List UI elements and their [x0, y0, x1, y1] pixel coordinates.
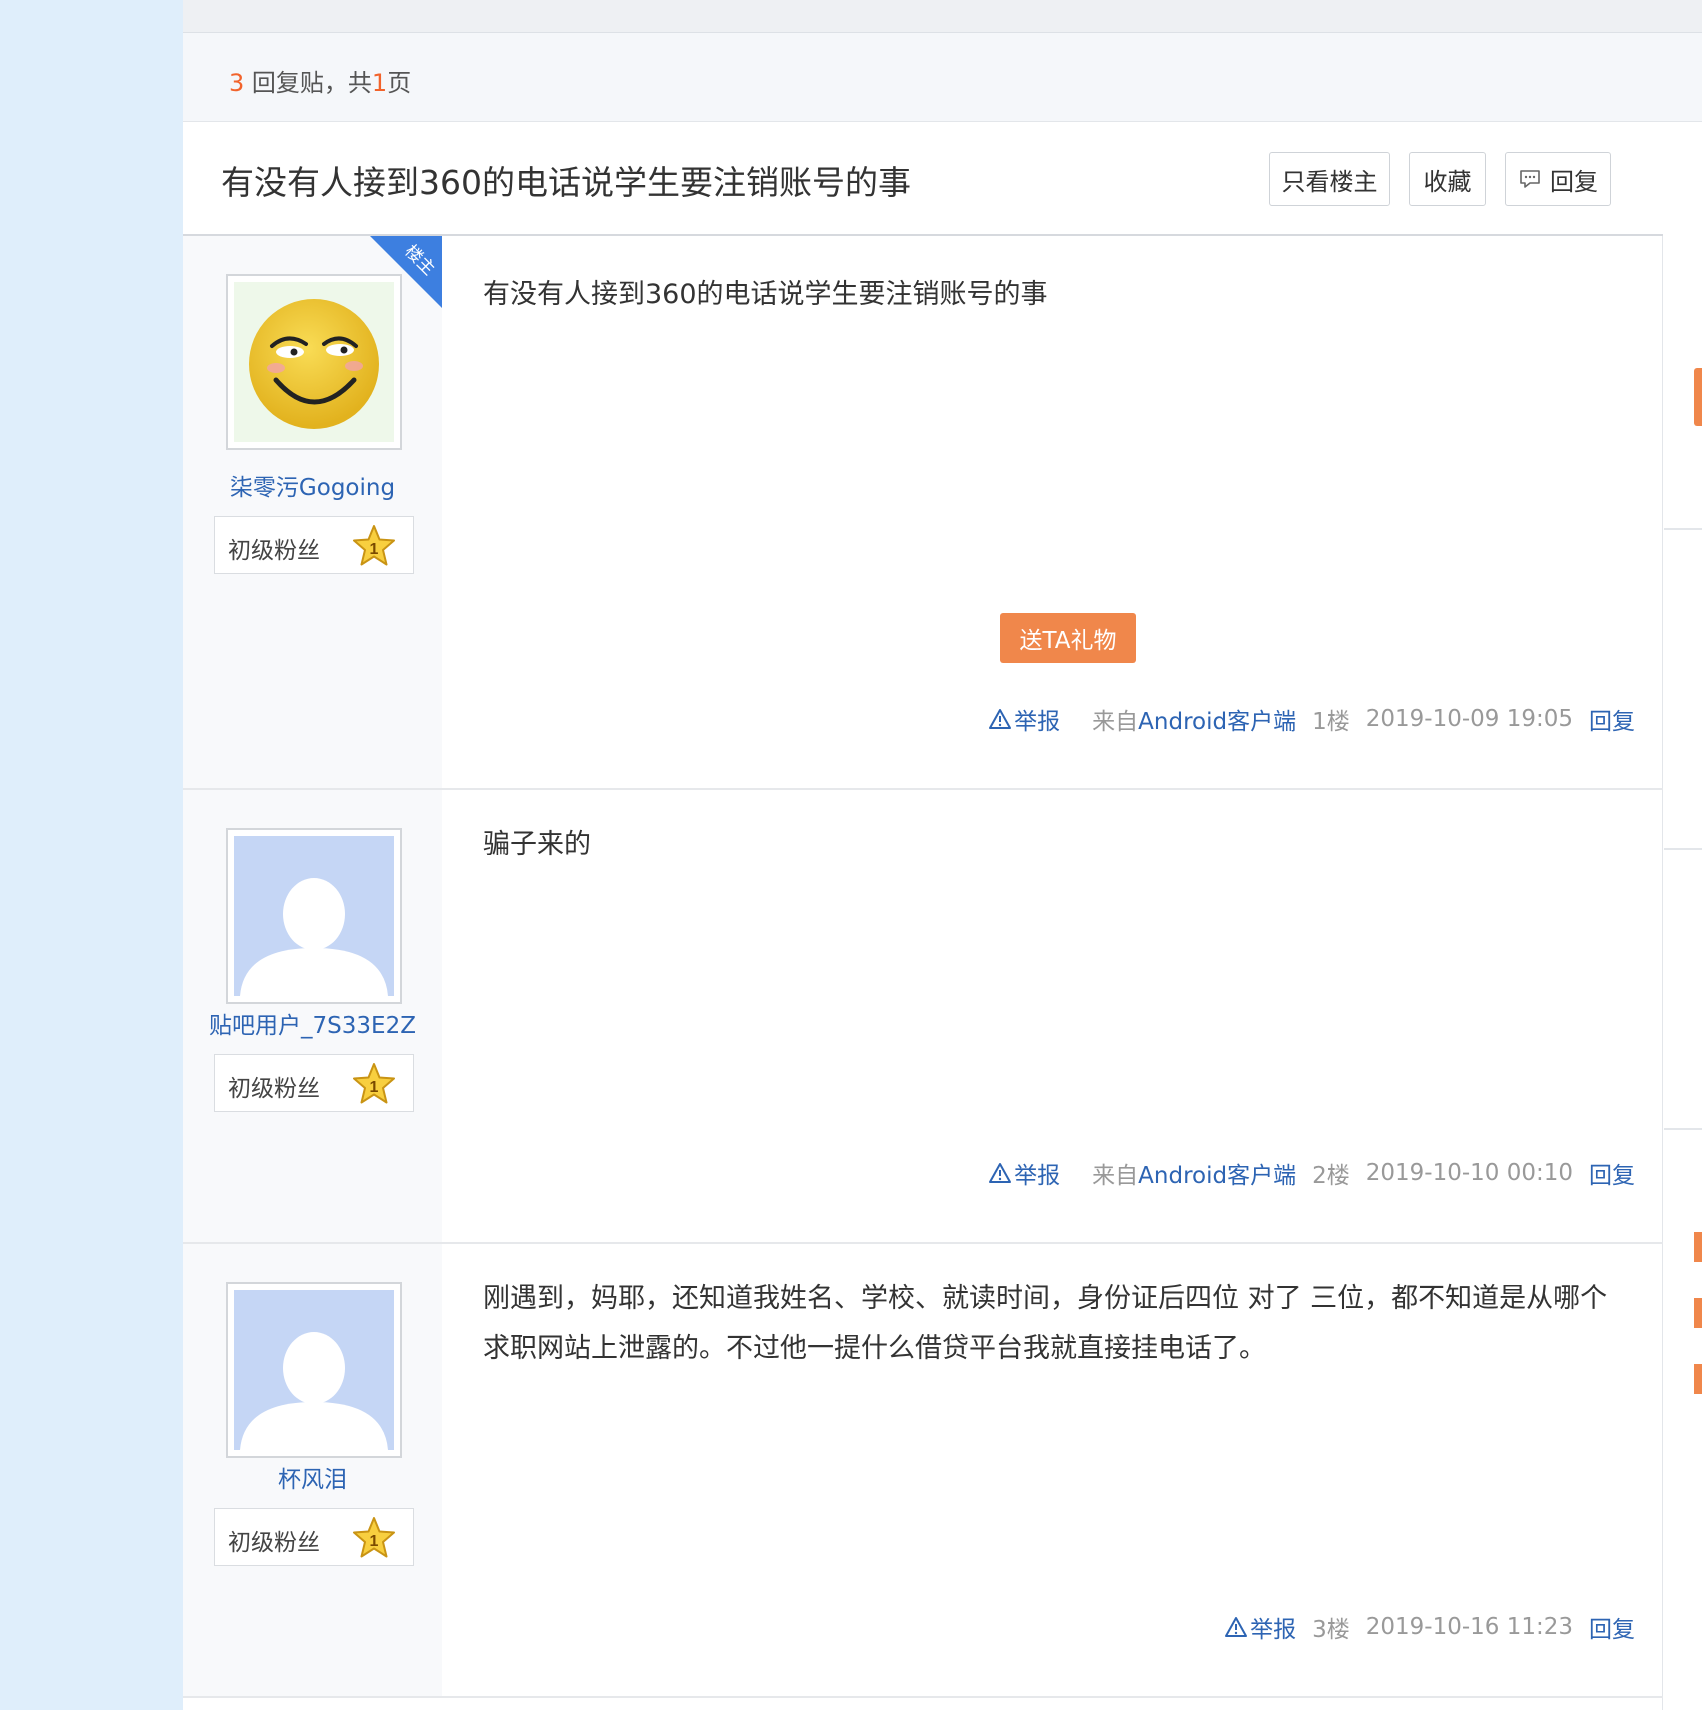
- report-link[interactable]: 举报: [988, 1156, 1060, 1190]
- avatar[interactable]: [226, 828, 402, 1004]
- thread-title-bar: 有没有人接到360的电话说学生要注销账号的事 只看楼主 收藏 回复: [183, 122, 1663, 236]
- star-level-icon: 1: [353, 525, 395, 566]
- post-content: 骗子来的: [483, 829, 591, 860]
- author-panel: 贴吧用户_7S33E2Z 初级粉丝 1: [183, 790, 442, 1242]
- floor-number: 3楼: [1312, 1617, 1350, 1643]
- warning-icon: [989, 1163, 1012, 1183]
- report-link[interactable]: 举报: [988, 702, 1060, 736]
- reply-link[interactable]: 回复: [1589, 1610, 1635, 1644]
- reply-link[interactable]: 回复: [1589, 1156, 1635, 1190]
- warning-icon: [1225, 1617, 1248, 1637]
- author-panel: 柒零污Gogoing 初级粉丝 1: [183, 236, 442, 788]
- star-level-icon: 1: [353, 1517, 395, 1558]
- report-label: 举报: [1250, 1617, 1297, 1643]
- author-panel: 杯风泪 初级粉丝 1: [183, 1244, 442, 1696]
- reply-count-label: 回复贴，共: [244, 69, 372, 97]
- send-gift-button[interactable]: 送TA礼物: [1000, 613, 1136, 663]
- post-time: 2019-10-16 11:23: [1365, 1614, 1573, 1640]
- sidebar-divider: [1664, 1128, 1702, 1130]
- avatar[interactable]: [226, 1282, 402, 1458]
- sidebar-rank-marker: [1694, 1364, 1702, 1394]
- reply-count-summary: 3 回复贴，共1页: [229, 63, 411, 98]
- warning-icon: [989, 709, 1012, 729]
- fan-level-badge[interactable]: 初级粉丝 1: [214, 1508, 414, 1566]
- source-client-link[interactable]: Android客户端: [1138, 709, 1296, 735]
- post-floor-2: 贴吧用户_7S33E2Z 初级粉丝 1 骗子来的 举报 来自Android客户端…: [183, 790, 1663, 1244]
- reply-count: 3: [229, 69, 245, 97]
- post-time: 2019-10-09 19:05: [1365, 706, 1573, 732]
- post-source: 来自Android客户端: [1076, 1156, 1296, 1190]
- default-avatar-image: [240, 1332, 388, 1450]
- pager-bar: 3 回复贴，共1页: [183, 33, 1702, 122]
- host-ribbon: 楼主: [370, 236, 442, 308]
- fan-level-number: 1: [370, 1079, 379, 1096]
- comment-icon: [1520, 170, 1540, 188]
- post-tail: 举报 3楼 2019-10-16 11:23 回复: [1208, 1610, 1635, 1644]
- source-client-link[interactable]: Android客户端: [1138, 1163, 1296, 1189]
- default-avatar-image: [240, 878, 388, 996]
- only-host-button[interactable]: 只看楼主: [1269, 152, 1390, 206]
- report-label: 举报: [1014, 709, 1061, 735]
- post-content: 刚遇到，妈耶，还知道我姓名、学校、就读时间，身份证后四位 对了 三位，都不知道是…: [483, 1283, 1608, 1364]
- report-link[interactable]: 举报: [1224, 1610, 1296, 1644]
- post-list-column: 有没有人接到360的电话说学生要注销账号的事 只看楼主 收藏 回复 柒零污Gog…: [183, 122, 1663, 1710]
- top-nav-strip: [183, 0, 1702, 33]
- post-source: 来自Android客户端: [1076, 702, 1296, 736]
- post-tail: 举报 来自Android客户端 2楼 2019-10-10 00:10 回复: [972, 1156, 1635, 1190]
- right-sidebar-edge: [1664, 122, 1702, 1710]
- fan-level-badge[interactable]: 初级粉丝 1: [214, 516, 414, 574]
- fan-level-number: 1: [370, 1533, 379, 1550]
- floor-number: 2楼: [1312, 1163, 1350, 1189]
- page-count-label: 页: [387, 69, 412, 97]
- favorite-button[interactable]: 收藏: [1409, 152, 1486, 206]
- fan-level-badge[interactable]: 初级粉丝 1: [214, 1054, 414, 1112]
- fan-level-label: 初级粉丝: [228, 1076, 320, 1102]
- author-name[interactable]: 杯风泪: [183, 1460, 442, 1494]
- page-count: 1: [371, 69, 388, 97]
- author-name[interactable]: 贴吧用户_7S33E2Z: [183, 1006, 442, 1040]
- reply-thread-button[interactable]: 回复: [1505, 152, 1611, 206]
- thread-page: 3 回复贴，共1页 有没有人接到360的电话说学生要注销账号的事 只看楼主 收藏…: [183, 0, 1702, 1710]
- post-floor-3: 杯风泪 初级粉丝 1 刚遇到，妈耶，还知道我姓名、学校、就读时间，身份证后四位 …: [183, 1244, 1663, 1698]
- sidebar-divider: [1664, 528, 1702, 530]
- reply-link[interactable]: 回复: [1589, 702, 1635, 736]
- report-label: 举报: [1014, 1163, 1061, 1189]
- sidebar-rank-marker: [1694, 1298, 1702, 1328]
- thread-title: 有没有人接到360的电话说学生要注销账号的事: [221, 163, 911, 202]
- author-name[interactable]: 柒零污Gogoing: [183, 468, 442, 502]
- fan-level-label: 初级粉丝: [228, 538, 320, 564]
- post-content: 有没有人接到360的电话说学生要注销账号的事: [483, 279, 1048, 310]
- sidebar-rank-marker: [1694, 1232, 1702, 1262]
- fan-level-label: 初级粉丝: [228, 1530, 320, 1556]
- floor-number: 1楼: [1312, 709, 1350, 735]
- sidebar-orange-button-edge[interactable]: [1694, 368, 1702, 426]
- post-time: 2019-10-10 00:10: [1365, 1160, 1573, 1186]
- source-prefix: 来自: [1092, 709, 1139, 735]
- post-tail: 举报 来自Android客户端 1楼 2019-10-09 19:05 回复: [972, 702, 1635, 736]
- source-prefix: 来自: [1092, 1163, 1139, 1189]
- post-floor-1: 柒零污Gogoing 初级粉丝 1 楼主 有没有人接到360的电话说学生要注销账…: [183, 236, 1663, 790]
- star-level-icon: 1: [353, 1063, 395, 1104]
- fan-level-number: 1: [370, 541, 379, 558]
- sidebar-divider: [1664, 848, 1702, 850]
- reply-thread-label: 回复: [1550, 167, 1598, 196]
